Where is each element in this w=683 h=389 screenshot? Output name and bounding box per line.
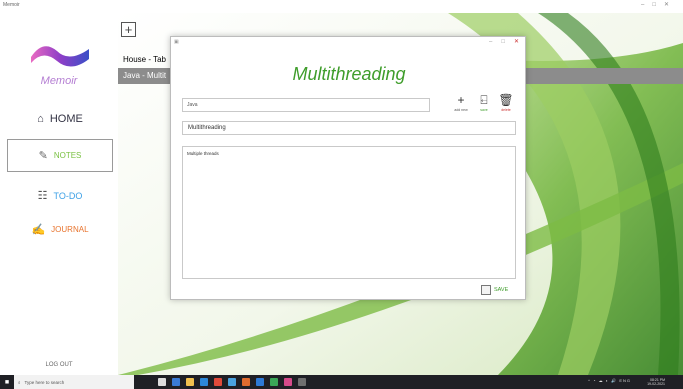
nav-home-label: HOME (49, 112, 83, 125)
close-icon[interactable]: ✕ (514, 39, 519, 45)
trash-icon: 🗑 (498, 93, 514, 107)
note-title-field[interactable]: Multithreading (182, 121, 516, 135)
category-field[interactable]: Java (182, 98, 430, 112)
save-tool-label: save (480, 108, 488, 112)
taskbar: ■ ⌕ Type here to search ^ ◔ ☁ ◐ 🔊 ENG 08… (0, 375, 683, 389)
nav-todo[interactable]: ☷ TO-DO (7, 179, 113, 212)
home-icon: ⌂ (37, 112, 44, 125)
logout-button[interactable]: LOG OUT (0, 362, 118, 368)
checklist-icon: ☷ (37, 190, 48, 202)
logo-text: Memoir (40, 75, 78, 87)
add-new-button[interactable]: + add new (452, 94, 470, 112)
edge-icon[interactable] (172, 378, 180, 386)
app-icon-9[interactable] (270, 378, 278, 386)
store-icon[interactable] (200, 378, 208, 386)
clock-date[interactable]: 19-02-2021 (647, 382, 665, 386)
nav-notes-label: NOTES (53, 151, 82, 160)
save-tool-button[interactable]: ⍇ save (475, 94, 493, 112)
app-icon: ▣ (174, 39, 179, 45)
search-placeholder: Type here to search (24, 379, 65, 385)
task-view-icon[interactable] (158, 378, 166, 386)
minimize-icon[interactable]: – (489, 39, 492, 45)
delete-button[interactable]: 🗑 delete (497, 94, 515, 112)
chrome-icon[interactable] (228, 378, 236, 386)
note-body-textarea[interactable]: Multiple threads (182, 146, 516, 279)
file-explorer-icon[interactable] (186, 378, 194, 386)
app-icon-7[interactable] (242, 378, 250, 386)
nav-journal[interactable]: ✍ JOURNAL (7, 213, 113, 246)
notes-icon: ✎ (38, 150, 48, 162)
nav-journal-label: JOURNAL (51, 225, 89, 234)
selected-row-highlight (526, 68, 683, 84)
note-list-item[interactable]: House - Tab (118, 52, 178, 68)
nav-todo-label: TO-DO (53, 190, 83, 201)
app-window: Memoir –□✕ Memoir ⌂ HOME ✎ NOTES ☷ TO-DO… (0, 0, 683, 389)
maximize-icon[interactable]: □ (501, 39, 505, 45)
note-editor-dialog: ▣ – □ ✕ Multithreading Java + add new ⍇ sa… (170, 36, 526, 300)
journal-icon: ✍ (31, 224, 46, 236)
taskbar-search[interactable]: ⌕ Type here to search (14, 375, 134, 389)
plus-icon: + (457, 93, 465, 107)
add-note-button[interactable]: + (121, 22, 136, 37)
app-titlebar: Memoir –□✕ (0, 0, 683, 13)
dialog-heading: Multithreading (292, 64, 406, 84)
save-icon: ⍇ (480, 93, 488, 107)
vscode-icon[interactable] (256, 378, 264, 386)
app-icon-10[interactable] (284, 378, 292, 386)
memoir-taskbar-icon[interactable] (298, 378, 306, 386)
window-controls[interactable]: –□✕ (641, 0, 677, 10)
sidebar: Memoir ⌂ HOME ✎ NOTES ☷ TO-DO ✍ JOURNAL … (0, 13, 118, 375)
note-list-item-selected[interactable]: Java - Multit (118, 68, 178, 84)
save-button[interactable]: SAVE (481, 285, 508, 295)
nav-home[interactable]: ⌂ HOME (7, 102, 113, 135)
taskbar-apps (158, 378, 306, 386)
nav-notes[interactable]: ✎ NOTES (7, 139, 113, 172)
mail-icon[interactable] (214, 378, 222, 386)
app-title: Memoir (3, 2, 20, 8)
save-button-label: SAVE (494, 287, 509, 293)
dialog-window-controls[interactable]: – □ ✕ (480, 38, 519, 45)
tray-icons[interactable]: ^ ◔ ☁ ◐ 🔊 ENG (588, 379, 631, 383)
add-new-label: add new (454, 108, 468, 112)
search-icon: ⌕ (18, 379, 21, 385)
windows-start-icon[interactable]: ■ (0, 375, 14, 389)
delete-label: delete (501, 108, 511, 112)
system-tray: ^ ◔ ☁ ◐ 🔊 ENG 08:21 PM 19-02-2021 (588, 378, 665, 386)
dialog-titlebar: ▣ – □ ✕ (171, 37, 525, 47)
save-disk-icon (481, 285, 491, 295)
